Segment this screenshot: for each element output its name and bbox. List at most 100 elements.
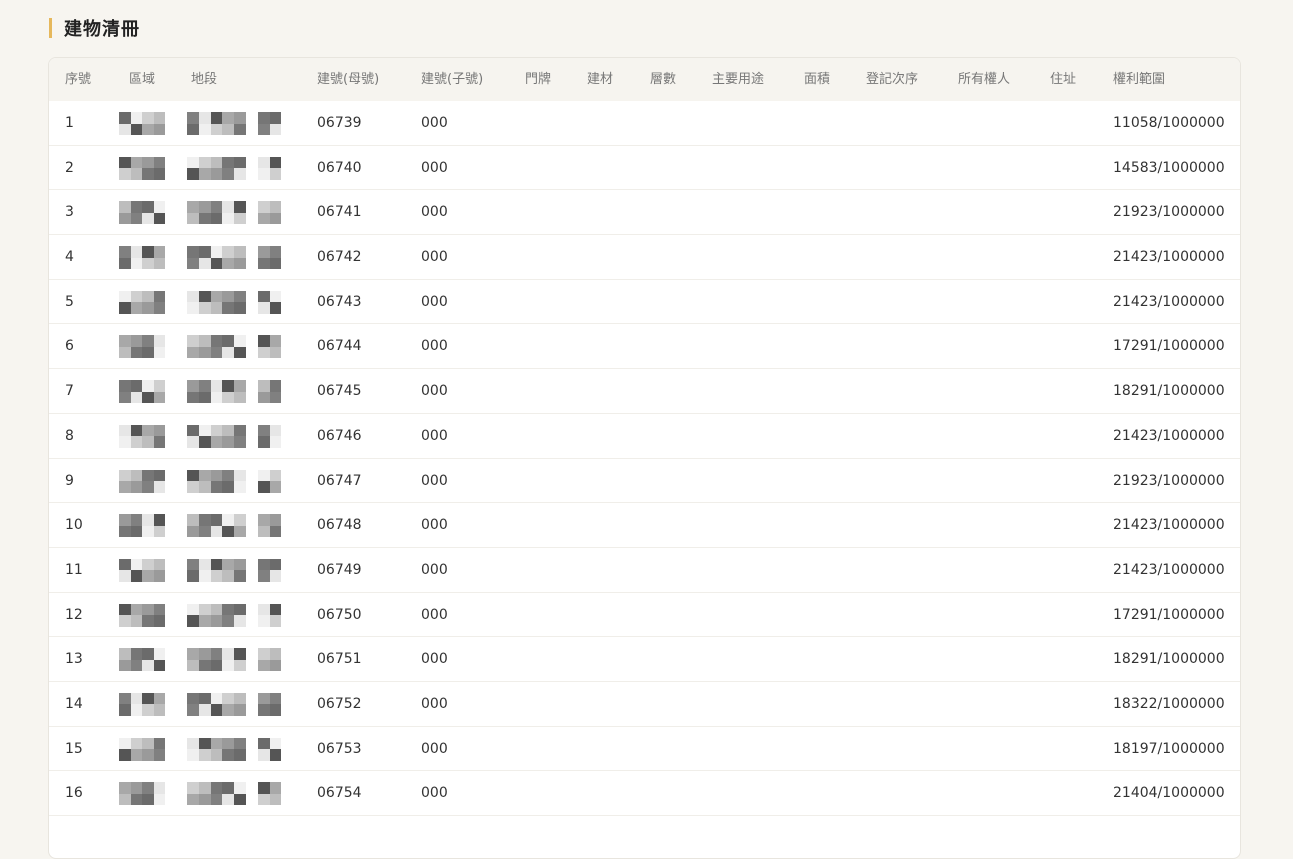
column-header-reg-order[interactable]: 登記次序 [866, 58, 918, 101]
cell-building-no-child: 000 [421, 651, 448, 668]
column-header-building-no-child[interactable]: 建號(子號) [421, 58, 483, 101]
cell-seq: 3 [65, 204, 74, 221]
table-body: 1 06739 000 11058/1000000 2 06740 000 14583/100… [49, 101, 1240, 816]
cell-building-no-parent: 06753 [317, 740, 362, 757]
cell-rights-scope: 21404/1000000 [1113, 785, 1225, 802]
cell-seq: 10 [65, 517, 83, 534]
cell-rights-scope: 18197/1000000 [1113, 740, 1225, 757]
redacted-district [119, 156, 165, 180]
redacted-land-section [187, 112, 246, 135]
table-row[interactable]: 6 06744 000 17291/1000000 [49, 324, 1240, 370]
cell-seq: 14 [65, 695, 83, 712]
redacted-district [119, 603, 165, 627]
cell-rights-scope: 17291/1000000 [1113, 606, 1225, 623]
redacted-land-section [187, 514, 246, 538]
cell-rights-scope: 21923/1000000 [1113, 472, 1225, 489]
redacted-district [119, 112, 165, 135]
cell-rights-scope: 11058/1000000 [1113, 115, 1225, 131]
redacted-land-subsection [258, 782, 281, 806]
cell-rights-scope: 14583/1000000 [1113, 159, 1225, 176]
column-header-rights-scope[interactable]: 權利範圍 [1113, 58, 1165, 101]
cell-seq: 6 [65, 338, 74, 355]
column-header-land-section[interactable]: 地段 [191, 58, 217, 101]
column-header-owner[interactable]: 所有權人 [958, 58, 1010, 101]
cell-building-no-child: 000 [421, 338, 448, 355]
table-row[interactable]: 12 06750 000 17291/1000000 [49, 593, 1240, 638]
table-row[interactable]: 11 06749 000 21423/1000000 [49, 548, 1240, 593]
cell-seq: 7 [65, 383, 74, 400]
cell-seq: 15 [65, 740, 83, 757]
redacted-land-section [187, 246, 246, 270]
redacted-land-subsection [258, 201, 281, 225]
table-row[interactable]: 5 06743 000 21423/1000000 [49, 280, 1240, 325]
redacted-land-section [187, 335, 246, 359]
redacted-district [119, 514, 165, 538]
table-row[interactable]: 3 06741 000 21923/1000000 [49, 190, 1240, 236]
cell-building-no-parent: 06752 [317, 695, 362, 712]
cell-building-no-parent: 06741 [317, 204, 362, 221]
cell-seq: 5 [65, 293, 74, 310]
redacted-land-subsection [258, 558, 281, 582]
table-row[interactable]: 4 06742 000 21423/1000000 [49, 235, 1240, 280]
column-header-material[interactable]: 建材 [587, 58, 613, 101]
table-row[interactable]: 1 06739 000 11058/1000000 [49, 101, 1240, 146]
redacted-land-section [187, 424, 246, 448]
cell-rights-scope: 21423/1000000 [1113, 249, 1225, 266]
redacted-land-subsection [258, 737, 281, 761]
cell-seq: 8 [65, 427, 74, 444]
redacted-land-section [187, 380, 246, 404]
column-header-floors[interactable]: 層數 [650, 58, 676, 101]
cell-seq: 13 [65, 651, 83, 668]
cell-building-no-parent: 06744 [317, 338, 362, 355]
table-row[interactable]: 7 06745 000 18291/1000000 [49, 369, 1240, 414]
redacted-land-section [187, 648, 246, 672]
redacted-district [119, 246, 165, 270]
table-row[interactable]: 15 06753 000 18197/1000000 [49, 727, 1240, 772]
redacted-district [119, 335, 165, 359]
cell-building-no-child: 000 [421, 204, 448, 221]
column-header-door-plate[interactable]: 門牌 [525, 58, 551, 101]
redacted-land-subsection [258, 380, 281, 404]
cell-building-no-child: 000 [421, 427, 448, 444]
table-row[interactable]: 16 06754 000 21404/1000000 [49, 771, 1240, 816]
table-row[interactable]: 13 06751 000 18291/1000000 [49, 637, 1240, 682]
table-row[interactable]: 9 06747 000 21923/1000000 [49, 459, 1240, 504]
table-row[interactable]: 10 06748 000 21423/1000000 [49, 503, 1240, 548]
cell-seq: 16 [65, 785, 83, 802]
table-row[interactable]: 8 06746 000 21423/1000000 [49, 414, 1240, 459]
redacted-district [119, 201, 165, 225]
cell-building-no-parent: 06739 [317, 115, 362, 131]
cell-building-no-parent: 06740 [317, 159, 362, 176]
cell-seq: 12 [65, 606, 83, 623]
cell-building-no-child: 000 [421, 785, 448, 802]
redacted-land-section [187, 558, 246, 582]
cell-seq: 1 [65, 115, 74, 131]
redacted-district [119, 648, 165, 672]
redacted-district [119, 692, 165, 716]
cell-building-no-parent: 06743 [317, 293, 362, 310]
redacted-district [119, 558, 165, 582]
redacted-land-subsection [258, 424, 281, 448]
cell-building-no-parent: 06750 [317, 606, 362, 623]
column-header-seq[interactable]: 序號 [65, 58, 91, 101]
column-header-main-use[interactable]: 主要用途 [712, 58, 764, 101]
table-row[interactable]: 14 06752 000 18322/1000000 [49, 682, 1240, 727]
table-header: 序號 區域 地段 建號(母號) 建號(子號) 門牌 建材 層數 主要用途 面積 … [49, 58, 1240, 101]
redacted-land-section [187, 603, 246, 627]
column-header-district[interactable]: 區域 [129, 58, 155, 101]
cell-building-no-child: 000 [421, 159, 448, 176]
cell-rights-scope: 18291/1000000 [1113, 651, 1225, 668]
redacted-land-section [187, 201, 246, 225]
redacted-district [119, 380, 165, 404]
cell-building-no-child: 000 [421, 115, 448, 131]
section-header: 建物清冊 [49, 17, 140, 40]
column-header-area[interactable]: 面積 [804, 58, 830, 101]
column-header-building-no-parent[interactable]: 建號(母號) [317, 58, 379, 101]
cell-rights-scope: 21923/1000000 [1113, 204, 1225, 221]
cell-building-no-child: 000 [421, 383, 448, 400]
redacted-land-subsection [258, 112, 281, 135]
cell-building-no-parent: 06746 [317, 427, 362, 444]
table-row[interactable]: 2 06740 000 14583/1000000 [49, 146, 1240, 191]
cell-seq: 2 [65, 159, 74, 176]
column-header-address[interactable]: 住址 [1050, 58, 1076, 101]
